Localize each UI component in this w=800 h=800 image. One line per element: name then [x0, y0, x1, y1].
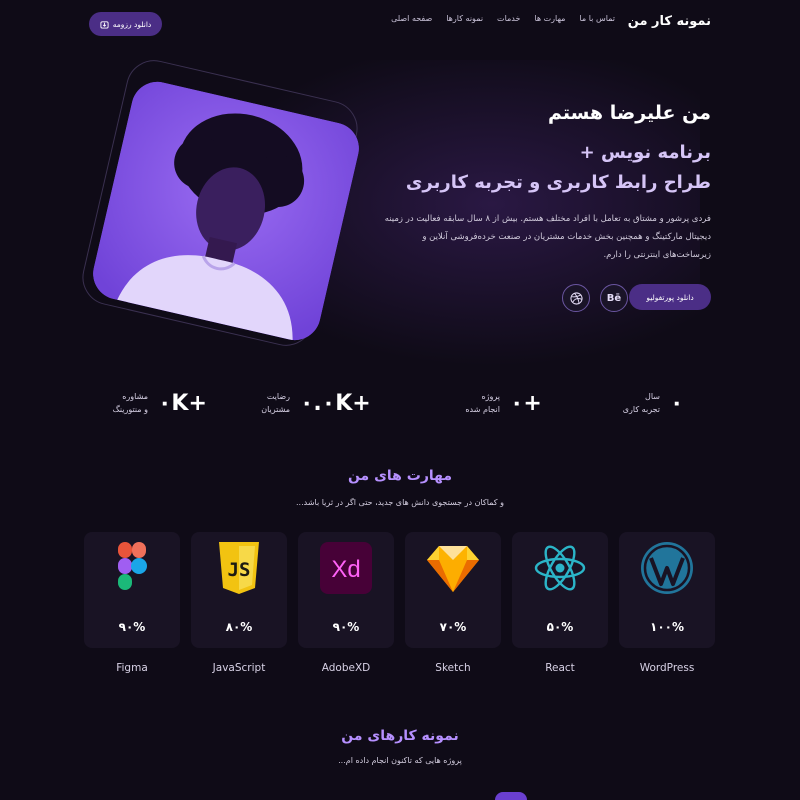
- nav-item-portfolio[interactable]: نمونه کارها: [446, 14, 483, 23]
- skill-name-wordpress: WordPress: [639, 662, 695, 674]
- hero-subtitle-line2: طراح رابط کاربری و تجربه کاربری: [405, 172, 711, 193]
- stat-label-line1: رضایت: [266, 392, 290, 401]
- stat-label: پروژه انجام شده: [440, 390, 500, 416]
- wordpress-icon: [641, 542, 693, 594]
- stat-value: ۰: [670, 390, 684, 416]
- skills-section-title: مهارت های من: [347, 468, 453, 484]
- skill-percent: ۵۰%: [546, 620, 574, 634]
- stat-label: مشاوره و منتورینگ: [88, 390, 148, 416]
- skill-card-adobexd: Xd ۹۰%: [298, 532, 394, 648]
- skill-percent: ۹۰%: [332, 620, 360, 634]
- download-portfolio-button[interactable]: دانلود پورتفولیو: [629, 284, 711, 310]
- stat-label-line1: سال: [645, 392, 660, 401]
- stat-label-line2: تجربه کاری: [622, 405, 660, 414]
- skill-name-figma: Figma: [116, 662, 148, 674]
- skill-card-sketch: ۷۰%: [405, 532, 501, 648]
- stat-label-line1: مشاوره: [122, 392, 148, 401]
- stat-value: ۰K+: [158, 390, 207, 416]
- stat-projects: ۰+ پروژه انجام شده: [440, 390, 542, 416]
- stat-experience: ۰ سال تجربه کاری: [600, 390, 684, 416]
- stat-satisfaction: ۰.۰K+ رضایت مشتریان: [230, 390, 371, 416]
- stat-label-line2: مشتریان: [261, 405, 290, 414]
- skill-percent: ۷۰%: [439, 620, 467, 634]
- brand-logo-text[interactable]: نمونه کار من: [628, 14, 711, 29]
- download-icon: [100, 20, 109, 29]
- nav-item-services[interactable]: خدمات: [497, 14, 520, 23]
- javascript-icon: JS: [219, 542, 259, 594]
- nav-item-contact[interactable]: تماس با ما: [579, 14, 615, 23]
- main-menu: صفحه اصلی نمونه کارها خدمات مهارت ها تما…: [391, 14, 615, 23]
- skill-card-figma: ۹۰%: [84, 532, 180, 648]
- portfolio-section-subtitle: پروژه هایی که تاکنون انجام داده ام...: [338, 756, 462, 765]
- skill-percent: ۸۰%: [225, 620, 253, 634]
- skill-card-wordpress: ۱۰۰%: [619, 532, 715, 648]
- stat-consulting: ۰K+ مشاوره و منتورینگ: [88, 390, 207, 416]
- skill-card-javascript: JS ۸۰%: [191, 532, 287, 648]
- react-icon: [534, 545, 586, 591]
- hero-title: من علیرضا هستم: [547, 102, 711, 124]
- svg-text:JS: JS: [228, 559, 251, 581]
- dribbble-glyph: [569, 291, 583, 305]
- skill-card-react: ۵۰%: [512, 532, 608, 648]
- stat-label-line2: و منتورینگ: [112, 405, 148, 414]
- behance-icon[interactable]: Bē: [600, 284, 628, 312]
- svg-text:Xd: Xd: [331, 556, 360, 583]
- nav-item-skills[interactable]: مهارت ها: [534, 14, 565, 23]
- dribbble-icon[interactable]: [562, 284, 590, 312]
- top-navbar: نمونه کار من صفحه اصلی نمونه کارها خدمات…: [0, 0, 800, 50]
- stat-value: ۰.۰K+: [300, 390, 371, 416]
- nav-item-home[interactable]: صفحه اصلی: [391, 14, 432, 23]
- skill-name-adobexd: AdobeXD: [321, 662, 371, 674]
- skill-name-react: React: [545, 662, 575, 674]
- skill-percent: ۹۰%: [118, 620, 146, 634]
- portfolio-section-title: نمونه کارهای من: [341, 728, 459, 744]
- stat-value: ۰+: [510, 390, 542, 416]
- stat-label: رضایت مشتریان: [230, 390, 290, 416]
- skills-grid: ۹۰% JS ۸۰% Xd ۹۰% ۷۰% ۵۰% ۱۰۰%: [84, 532, 718, 652]
- resume-button-label: دانلود رزومه: [112, 19, 152, 29]
- adobexd-icon: Xd: [320, 542, 372, 594]
- skill-percent: ۱۰۰%: [650, 620, 684, 634]
- hero-description: فردی پرشور و مشتاق به تعامل با افراد مخت…: [384, 214, 711, 260]
- stat-label-line2: انجام شده: [465, 405, 500, 414]
- hero-subtitle: برنامه نویس + طراح رابط کاربری و تجربه ک…: [391, 138, 711, 198]
- figma-icon: [118, 542, 147, 590]
- skills-section-subtitle: و کماکان در جستجوی دانش های جدید، حتی اگ…: [296, 498, 504, 507]
- stat-label: سال تجربه کاری: [600, 390, 660, 416]
- filter-pill-button[interactable]: [495, 792, 527, 800]
- download-resume-button[interactable]: دانلود رزومه: [89, 12, 162, 36]
- stat-label-line1: پروژه: [481, 392, 500, 401]
- hero-subtitle-line1: برنامه نویس +: [579, 142, 711, 163]
- sketch-icon: [427, 546, 479, 592]
- skill-name-sketch: Sketch: [435, 662, 471, 674]
- skill-name-javascript: JavaScript: [212, 662, 266, 674]
